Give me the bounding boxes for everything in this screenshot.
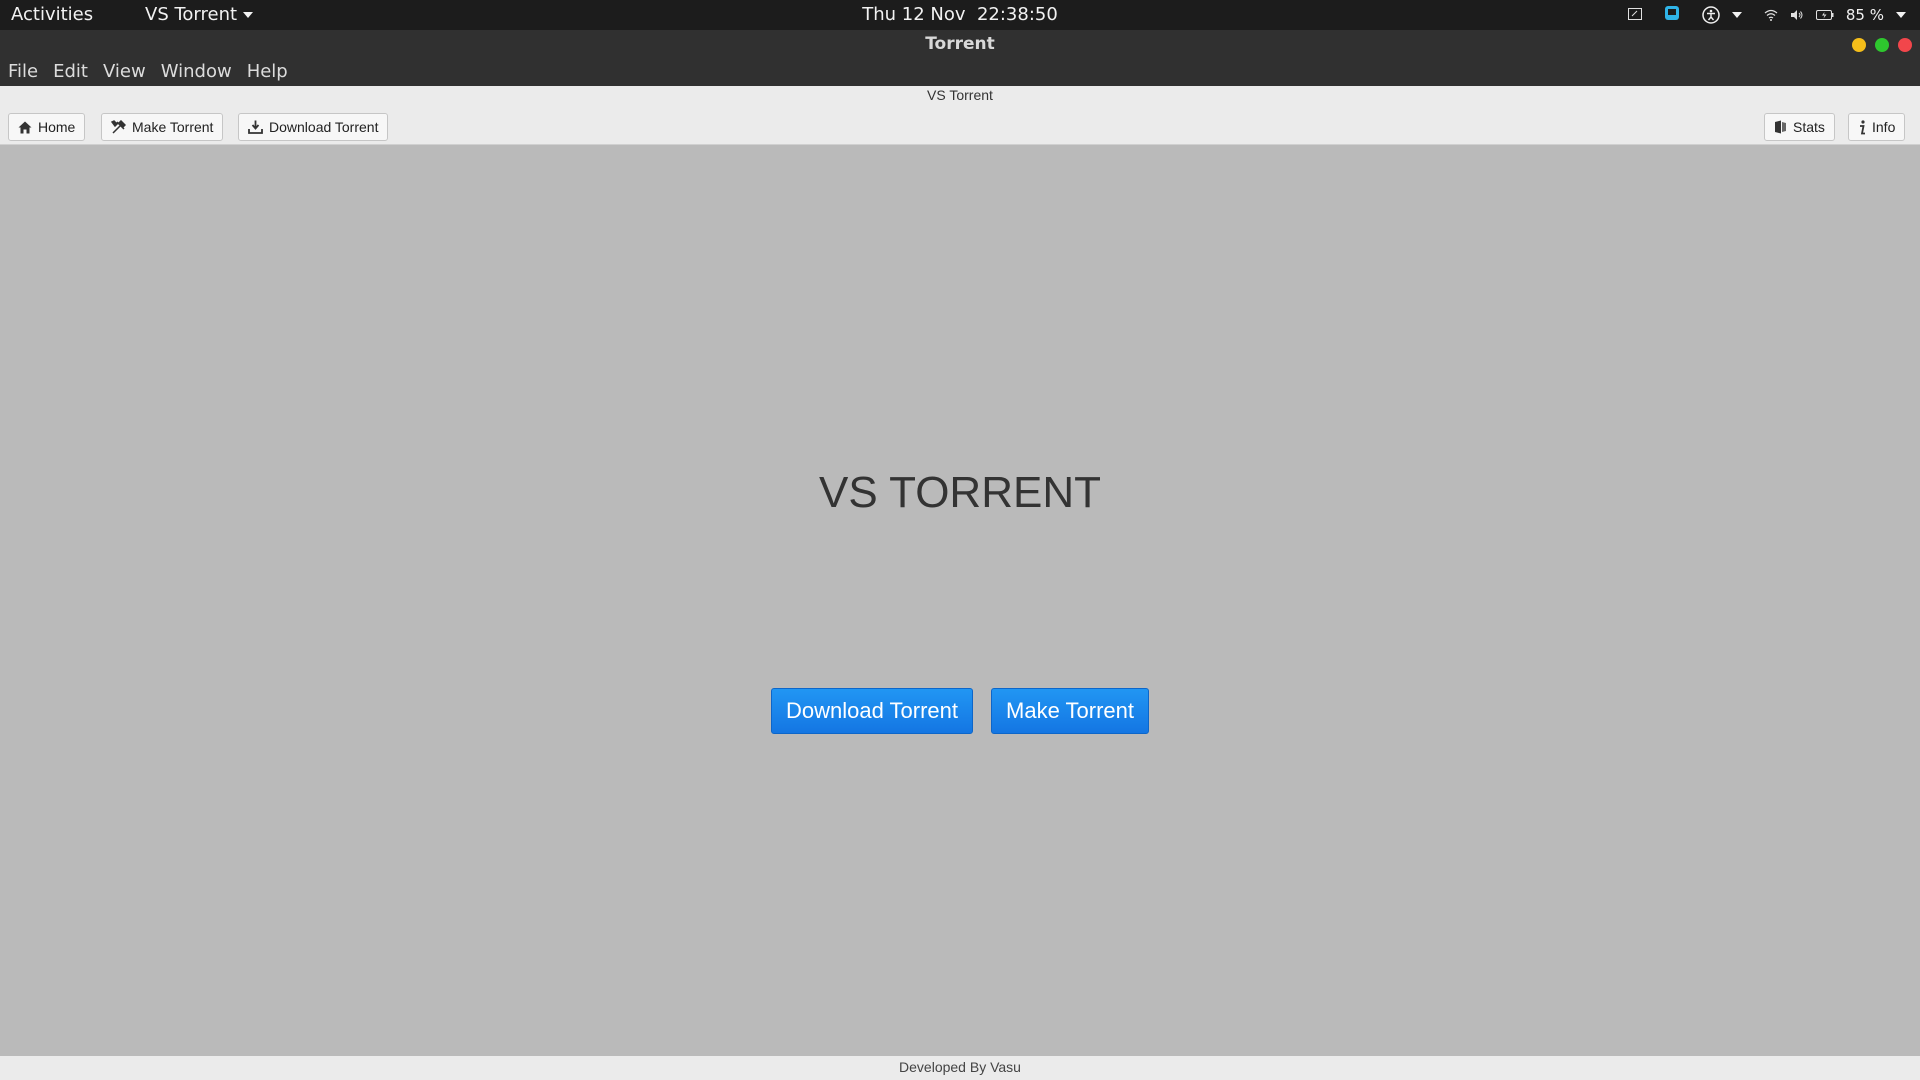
app-menu[interactable]: VS Torrent (145, 4, 254, 25)
menu-view[interactable]: View (95, 62, 153, 86)
menu-bar: File Edit View Window Help (0, 62, 1920, 86)
accessibility-menu[interactable] (1702, 6, 1742, 24)
main-actions: Download Torrent Make Torrent (0, 688, 1920, 734)
system-tray: 85 % (1627, 0, 1906, 30)
page-heading: VS TORRENT (819, 468, 1101, 517)
app-menu-label: VS Torrent (145, 4, 238, 25)
window-titlebar[interactable]: Torrent (0, 30, 1920, 62)
chevron-down-icon (243, 11, 254, 18)
download-icon (248, 120, 263, 134)
make-torrent-button[interactable]: Make Torrent (991, 688, 1149, 734)
time-label: 22:38:50 (976, 4, 1058, 25)
menu-file[interactable]: File (0, 62, 45, 86)
home-button-label: Home (38, 119, 76, 135)
home-button[interactable]: Home (8, 113, 86, 141)
battery-percentage: 85 % (1845, 6, 1884, 24)
wifi-icon (1764, 9, 1778, 21)
battery-icon (1815, 10, 1834, 20)
window-controls (1852, 38, 1912, 52)
activities-button[interactable]: Activities (11, 4, 93, 25)
info-button[interactable]: Info (1848, 113, 1906, 141)
tools-icon (111, 119, 126, 134)
stats-icon (1775, 120, 1786, 134)
screenshot-icon[interactable] (1627, 6, 1642, 24)
volume-icon (1790, 10, 1803, 20)
minimize-button[interactable] (1852, 38, 1866, 52)
make-torrent-label: Make Torrent (132, 119, 214, 135)
stats-label: Stats (1793, 119, 1825, 135)
info-icon (1860, 119, 1865, 134)
maximize-button[interactable] (1875, 38, 1889, 52)
menu-window[interactable]: Window (153, 62, 239, 86)
accessibility-icon (1702, 6, 1720, 24)
menu-edit[interactable]: Edit (45, 62, 95, 86)
chevron-down-icon (1896, 12, 1906, 18)
chevron-down-icon (1731, 12, 1742, 18)
status-menu[interactable]: 85 % (1764, 6, 1906, 24)
software-updater-icon[interactable] (1664, 5, 1680, 25)
menu-help[interactable]: Help (239, 62, 295, 86)
app-title: VS Torrent (0, 86, 1920, 106)
footer: Developed By Vasu (0, 1056, 1920, 1080)
toolbar-download-torrent-button[interactable]: Download Torrent (238, 113, 389, 141)
download-torrent-button[interactable]: Download Torrent (770, 688, 974, 734)
toolbar: Home Make Torrent Download Torrent Stats… (0, 106, 1920, 145)
download-torrent-label: Download Torrent (269, 119, 379, 135)
home-icon (18, 121, 32, 133)
toolbar-make-torrent-button[interactable]: Make Torrent (101, 113, 224, 141)
window-title: Torrent (925, 34, 995, 54)
info-label: Info (1872, 119, 1896, 135)
stats-button[interactable]: Stats (1764, 113, 1835, 141)
clock-button[interactable]: Thu 12 Nov 22:38:50 (862, 4, 1058, 25)
date-label: Thu 12 Nov (862, 4, 966, 25)
close-button[interactable] (1898, 38, 1912, 52)
app-content: VS Torrent Home Make Torrent Download To… (0, 86, 1920, 1080)
system-top-bar: Activities VS Torrent Thu 12 Nov 22:38:5… (0, 0, 1920, 30)
